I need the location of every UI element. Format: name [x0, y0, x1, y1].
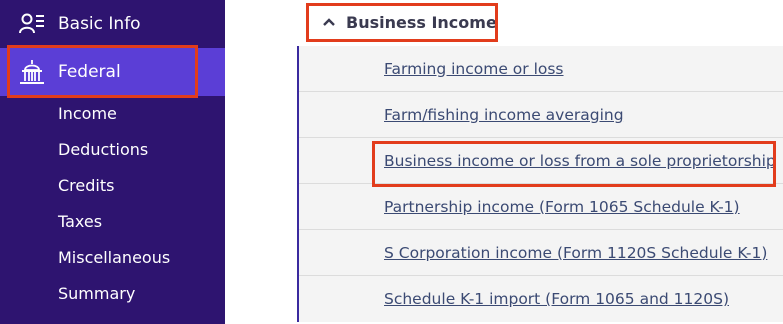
list-item: Business income or loss from a sole prop… [299, 138, 783, 184]
list-item: Partnership income (Form 1065 Schedule K… [299, 184, 783, 230]
link-partnership-income[interactable]: Partnership income (Form 1065 Schedule K… [384, 198, 740, 216]
person-list-icon [19, 13, 44, 34]
sidebar-item-basic-info[interactable]: Basic Info [0, 0, 225, 48]
list-item: Farming income or loss [299, 46, 783, 92]
sidebar-item-income[interactable]: Income [58, 104, 117, 124]
link-sole-proprietorship[interactable]: Business income or loss from a sole prop… [384, 152, 776, 170]
sidebar-item-deductions[interactable]: Deductions [58, 140, 148, 160]
link-farm-fishing-averaging[interactable]: Farm/fishing income averaging [384, 106, 624, 124]
sidebar: Basic Info Federal Income Deductions Cre… [0, 0, 225, 324]
section-title: Business Income [346, 12, 497, 32]
sidebar-item-taxes[interactable]: Taxes [58, 212, 102, 232]
link-s-corporation-income[interactable]: S Corporation income (Form 1120S Schedul… [384, 244, 767, 262]
link-schedule-k1-import[interactable]: Schedule K-1 import (Form 1065 and 1120S… [384, 290, 729, 308]
chevron-up-icon [323, 18, 335, 26]
sidebar-item-federal[interactable]: Federal [0, 48, 225, 96]
sidebar-item-miscellaneous[interactable]: Miscellaneous [58, 248, 170, 268]
link-farming-income[interactable]: Farming income or loss [384, 60, 564, 78]
income-link-list: Farming income or loss Farm/fishing inco… [297, 46, 783, 322]
section-header-business-income[interactable]: Business Income [309, 4, 510, 40]
list-item: S Corporation income (Form 1120S Schedul… [299, 230, 783, 276]
capitol-building-icon [20, 60, 44, 84]
sidebar-item-label: Federal [58, 62, 121, 82]
main-content: Business Income Farming income or loss F… [225, 0, 783, 324]
sidebar-item-label: Basic Info [58, 14, 141, 34]
list-item: Farm/fishing income averaging [299, 92, 783, 138]
sidebar-item-summary[interactable]: Summary [58, 284, 135, 304]
list-item: Schedule K-1 import (Form 1065 and 1120S… [299, 276, 783, 322]
sidebar-item-credits[interactable]: Credits [58, 176, 114, 196]
